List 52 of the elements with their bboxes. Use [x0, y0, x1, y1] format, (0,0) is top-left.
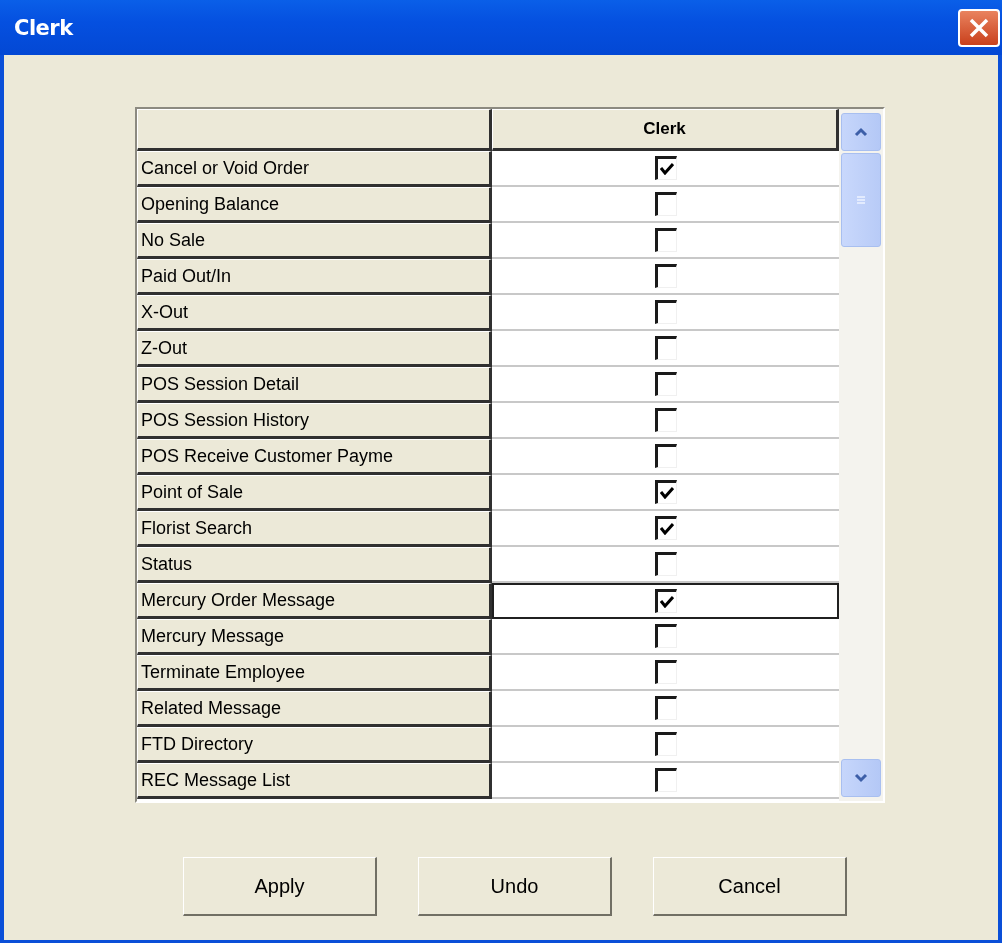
checkbox[interactable]: [654, 336, 677, 360]
row-header: POS Session History: [137, 403, 492, 439]
dialog-button[interactable]: Undo: [418, 857, 612, 916]
row-header: POS Receive Customer Payme: [137, 439, 492, 475]
checkbox[interactable]: [654, 372, 677, 396]
checkbox[interactable]: [654, 444, 677, 468]
checkbox[interactable]: [654, 228, 677, 252]
row-header: Related Message: [137, 691, 492, 727]
checkbox[interactable]: [654, 732, 677, 756]
scrollbar-thumb[interactable]: [841, 153, 881, 247]
row-header: POS Session Detail: [137, 367, 492, 403]
caret-down-icon: [854, 773, 868, 783]
caret-up-icon: [854, 127, 868, 137]
row-header: Opening Balance: [137, 187, 492, 223]
checkbox[interactable]: [654, 300, 677, 324]
grip-icon: [856, 195, 866, 205]
row-header: FTD Directory: [137, 727, 492, 763]
row-header: Mercury Message: [137, 619, 492, 655]
row-header: Cancel or Void Order: [137, 151, 492, 187]
checkbox[interactable]: [654, 768, 677, 792]
checkbox[interactable]: [654, 480, 677, 504]
checkbox[interactable]: [654, 552, 677, 576]
row-header: REC Message List: [137, 763, 492, 799]
checkbox[interactable]: [654, 696, 677, 720]
row-header: Point of Sale: [137, 475, 492, 511]
checkbox[interactable]: [654, 408, 677, 432]
checkbox[interactable]: [654, 156, 677, 180]
checkbox[interactable]: [654, 192, 677, 216]
row-header: Z-Out: [137, 331, 492, 367]
dialog-button[interactable]: Apply: [183, 857, 377, 916]
close-button[interactable]: [958, 8, 1000, 47]
row-header: Florist Search: [137, 511, 492, 547]
check-icon: [659, 523, 674, 535]
close-icon: [968, 16, 990, 39]
dialog-button[interactable]: Cancel: [653, 857, 847, 916]
checkbox[interactable]: [654, 516, 677, 540]
check-icon: [659, 487, 674, 499]
row-header: Terminate Employee: [137, 655, 492, 691]
row-header: Mercury Order Message: [137, 583, 492, 619]
column-header: Clerk: [492, 109, 839, 151]
checkbox[interactable]: [654, 660, 677, 684]
check-icon: [659, 596, 674, 608]
window-title: Clerk: [14, 15, 73, 40]
checkbox[interactable]: [654, 589, 677, 613]
checkbox[interactable]: [654, 624, 677, 648]
checkbox[interactable]: [654, 264, 677, 288]
row-header: No Sale: [137, 223, 492, 259]
row-header: X-Out: [137, 295, 492, 331]
row-header: Paid Out/In: [137, 259, 492, 295]
checkbox-cell[interactable]: [492, 583, 839, 619]
row-header: Status: [137, 547, 492, 583]
check-icon: [659, 163, 674, 175]
